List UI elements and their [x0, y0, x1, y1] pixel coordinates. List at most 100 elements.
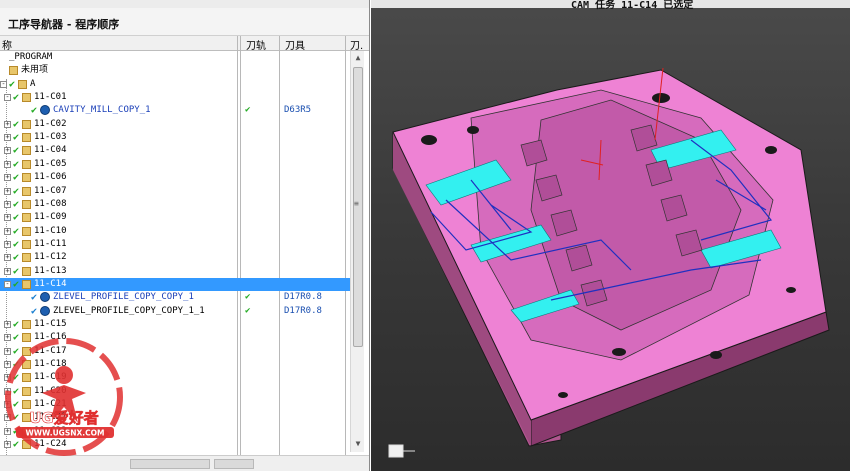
tree-item-label: 11-C10	[34, 225, 67, 236]
expand-icon[interactable]: +	[4, 267, 11, 275]
column-header-tool[interactable]: 刀具	[285, 37, 305, 52]
expand-icon[interactable]: +	[4, 214, 11, 222]
tree-item-label: ZLEVEL_PROFILE_COPY_COPY_1	[53, 292, 194, 303]
column-header-extra[interactable]: 刀.	[350, 37, 363, 52]
checkmark-icon: ✔	[13, 145, 20, 157]
column-header-bar: 称 刀轨 刀具 刀.	[0, 36, 369, 52]
expand-icon[interactable]: +	[4, 254, 11, 262]
checkmark-icon: ✔	[13, 278, 20, 290]
checkmark-icon: ✔	[13, 118, 20, 130]
program-group-row[interactable]: + ✔ 11-C04	[0, 144, 350, 157]
toolpath-ok-icon: ✔	[245, 305, 251, 316]
program-group-row[interactable]: + ✔ 11-C09	[0, 211, 350, 224]
scroll-up-icon[interactable]: ▲	[353, 53, 363, 63]
tool-name: D17R0.8	[284, 305, 322, 316]
program-group-row[interactable]: - ✔ 11-C14	[0, 277, 350, 292]
folder-icon	[22, 186, 31, 196]
folder-icon	[22, 320, 31, 329]
collapse-icon[interactable]: -	[4, 94, 11, 102]
checkmark-icon: ✔	[13, 158, 20, 170]
folder-icon	[22, 253, 31, 263]
expand-icon[interactable]: +	[4, 147, 11, 155]
expand-icon[interactable]: +	[4, 120, 11, 128]
folder-icon	[9, 66, 18, 76]
program-group-row[interactable]: - ✔ A	[0, 78, 350, 91]
folder-icon	[22, 146, 31, 156]
scroll-down-icon[interactable]: ▼	[353, 439, 363, 449]
tree-item-label: 未用项	[21, 65, 49, 76]
expand-icon[interactable]: +	[4, 174, 11, 182]
tree-item-label: _PROGRAM	[9, 52, 53, 62]
ugsnx-watermark-logo: UG爱好者 WWW.UGSNX.COM	[5, 338, 123, 456]
checkmark-icon: ✔	[13, 172, 20, 184]
checkmark-icon: ✔	[13, 319, 20, 330]
tree-item-label: ZLEVEL_PROFILE_COPY_COPY_1_1	[53, 305, 205, 316]
tree-item-label: 11-C12	[34, 252, 67, 263]
panel-title: 工序导航器 - 程序顺序	[0, 8, 369, 36]
collapse-icon[interactable]: -	[0, 80, 7, 88]
checkmark-icon: ✔	[13, 198, 20, 210]
program-group-row[interactable]: + ✔ 11-C11	[0, 238, 350, 251]
operation-row[interactable]: ✔ CAVITY_MILL_COPY_1 ✔ D63R5	[0, 104, 350, 117]
tree-item-label: 11-C03	[34, 132, 67, 143]
mold-part-model[interactable]	[371, 0, 850, 471]
collapse-icon[interactable]: -	[4, 280, 11, 288]
expand-icon[interactable]: +	[4, 227, 11, 235]
toolpath-ok-icon: ✔	[245, 105, 251, 116]
panel-top-strip	[0, 0, 369, 8]
checkmark-icon: ✔	[13, 185, 20, 197]
column-header-toolpath[interactable]: 刀轨	[246, 37, 266, 52]
folder-icon	[18, 79, 27, 89]
program-group-row[interactable]: + ✔ 11-C03	[0, 131, 350, 144]
checkmark-icon: ✔	[31, 305, 38, 317]
checkmark-icon: ✔	[13, 265, 20, 277]
expand-icon[interactable]: +	[4, 187, 11, 195]
program-group-row[interactable]: + ✔ 11-C08	[0, 198, 350, 211]
program-group-row[interactable]: - ✔ 11-C01	[0, 91, 350, 104]
expand-icon[interactable]: +	[4, 134, 11, 142]
tree-item-label: 11-C15	[34, 319, 67, 329]
program-group-row[interactable]: + ✔ 11-C02	[0, 118, 350, 131]
expand-icon[interactable]: +	[4, 200, 11, 208]
toolpath-ok-icon: ✔	[245, 292, 251, 303]
operation-row[interactable]: ✔ ZLEVEL_PROFILE_COPY_COPY_1_1 ✔ D17R0.8	[0, 305, 350, 318]
expand-icon[interactable]: +	[4, 160, 11, 168]
expand-icon[interactable]: +	[4, 240, 11, 248]
checkmark-icon: ✔	[13, 252, 20, 264]
tree-item-label: 11-C08	[34, 198, 67, 209]
checkmark-icon: ✔	[13, 132, 20, 144]
graphics-viewport[interactable]: CAM 任务 11-C14 已选定	[371, 0, 850, 471]
hscroll-segment[interactable]	[214, 459, 254, 469]
folder-icon	[22, 266, 31, 276]
program-group-row[interactable]: + ✔ 11-C10	[0, 225, 350, 238]
tree-item-label: CAVITY_MILL_COPY_1	[53, 105, 151, 116]
program-group-row[interactable]: _PROGRAM	[0, 51, 350, 64]
program-group-row[interactable]: + ✔ 11-C06	[0, 171, 350, 184]
folder-icon	[22, 213, 31, 223]
operation-icon	[40, 292, 50, 303]
program-group-row[interactable]: + ✔ 11-C15	[0, 318, 350, 331]
folder-icon	[22, 133, 31, 143]
program-group-row[interactable]: + ✔ 11-C13	[0, 265, 350, 278]
folder-icon	[22, 226, 31, 236]
checkmark-icon: ✔	[13, 92, 20, 104]
program-group-row[interactable]: + ✔ 11-C12	[0, 251, 350, 264]
vertical-scrollbar[interactable]: ▲ ≡ ▼	[350, 51, 364, 452]
program-group-row[interactable]: + ✔ 11-C05	[0, 158, 350, 171]
tree-item-label: 11-C07	[34, 185, 67, 196]
expand-icon[interactable]: +	[4, 321, 11, 328]
tree-item-label: 11-C01	[34, 92, 67, 103]
folder-icon	[22, 173, 31, 183]
program-group-row[interactable]: + ✔ 11-C07	[0, 185, 350, 198]
checkmark-icon: ✔	[13, 238, 20, 250]
tree-item-label: 11-C09	[34, 212, 67, 223]
operation-row[interactable]: ✔ ZLEVEL_PROFILE_COPY_COPY_1 ✔ D17R0.8	[0, 291, 350, 304]
operation-icon	[40, 105, 50, 116]
watermark-brand: UG爱好者	[29, 409, 99, 427]
checkmark-icon: ✔	[13, 212, 20, 224]
column-header-name[interactable]: 称	[2, 37, 12, 52]
folder-icon	[22, 119, 31, 129]
hscroll-segment[interactable]	[130, 459, 210, 469]
folder-icon	[22, 93, 31, 103]
program-group-row[interactable]: 未用项	[0, 64, 350, 77]
